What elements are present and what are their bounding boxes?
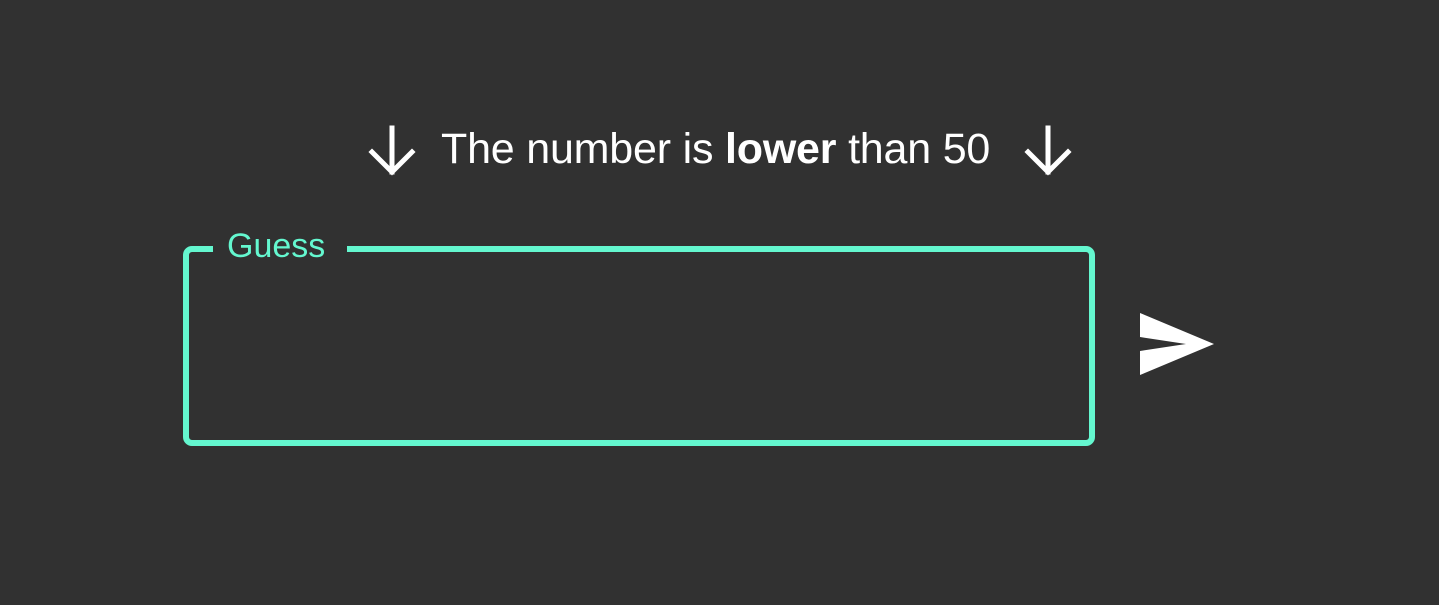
- guess-input[interactable]: [219, 282, 1063, 412]
- guess-field: Guess: [183, 226, 1095, 446]
- arrow-down-icon: [1021, 124, 1075, 178]
- game-screen: The number is lower than 50 Guess: [0, 0, 1439, 605]
- send-icon: [1132, 306, 1222, 382]
- guess-label: Guess: [213, 226, 348, 266]
- send-button[interactable]: [1132, 306, 1222, 382]
- hint-text: The number is lower than 50: [441, 122, 990, 176]
- hint-suffix: than 50: [848, 125, 991, 173]
- arrow-down-icon: [365, 124, 419, 178]
- hint-prefix: The number is: [441, 125, 714, 173]
- hint-emphasis: lower: [725, 125, 837, 173]
- hint-message: The number is lower than 50: [0, 118, 1439, 180]
